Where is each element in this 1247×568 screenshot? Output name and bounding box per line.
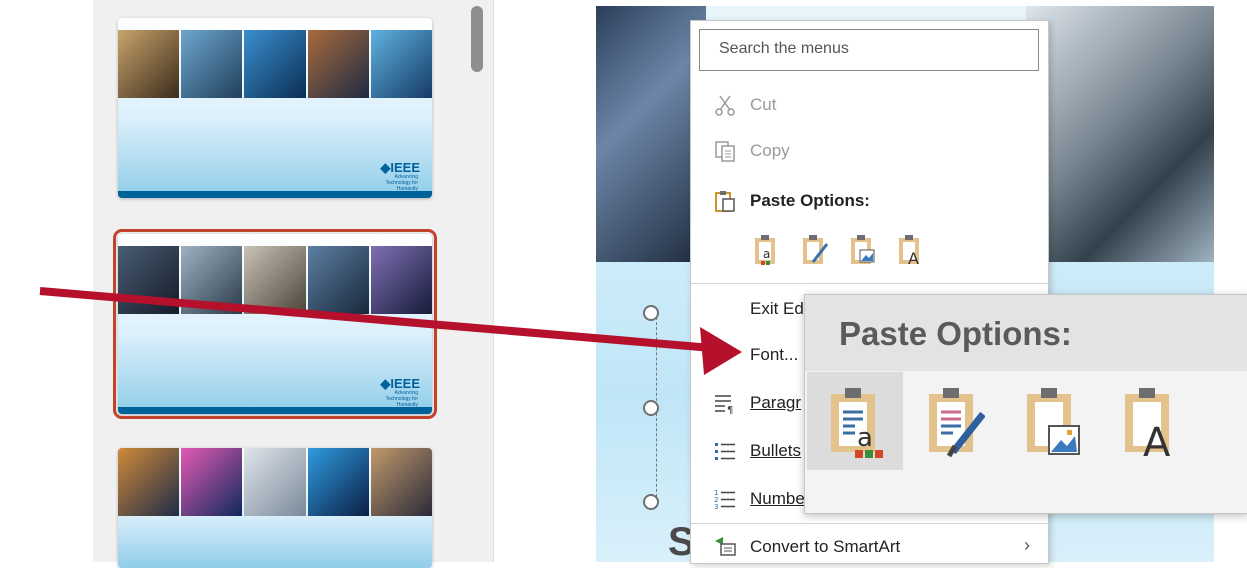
callout-arrow <box>39 287 742 375</box>
